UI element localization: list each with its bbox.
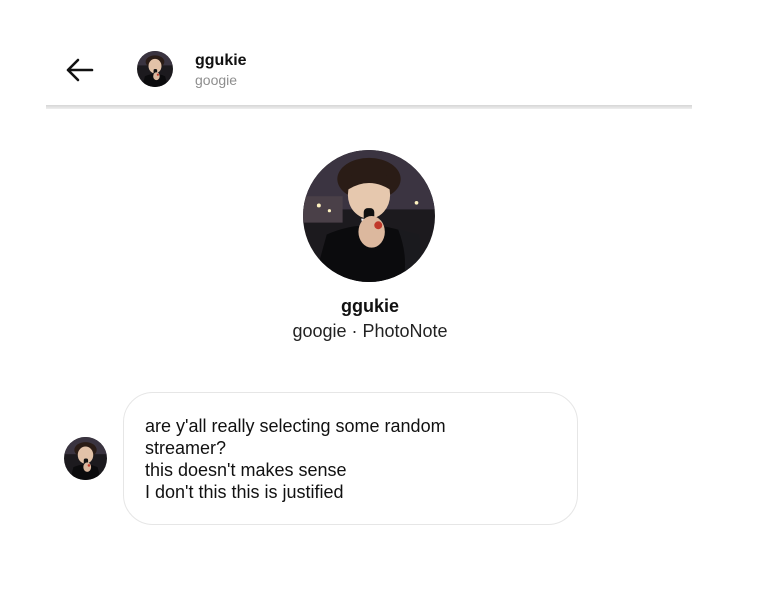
header-display-name: googie [195,72,238,88]
message-line: this doesn't makes sense [145,460,347,480]
arrow-left-icon [66,58,94,82]
message-line: I don't this this is justified [145,482,344,502]
message-line: are y'all really selecting some random [145,416,446,436]
avatar-photo [303,150,435,282]
header-avatar[interactable] [137,51,173,87]
header-username: ggukie [195,52,247,69]
avatar-photo [137,51,173,87]
back-button[interactable] [62,52,98,88]
message-line: streamer? [145,438,227,458]
profile-subtitle: googie · PhotoNote [292,321,448,341]
message-sender-avatar[interactable] [64,437,107,480]
header-divider [46,105,692,109]
profile-username: ggukie [340,296,399,316]
avatar-photo [64,437,107,480]
message-text: are y'all really selecting some random s… [145,415,565,503]
profile-avatar[interactable] [303,150,435,282]
